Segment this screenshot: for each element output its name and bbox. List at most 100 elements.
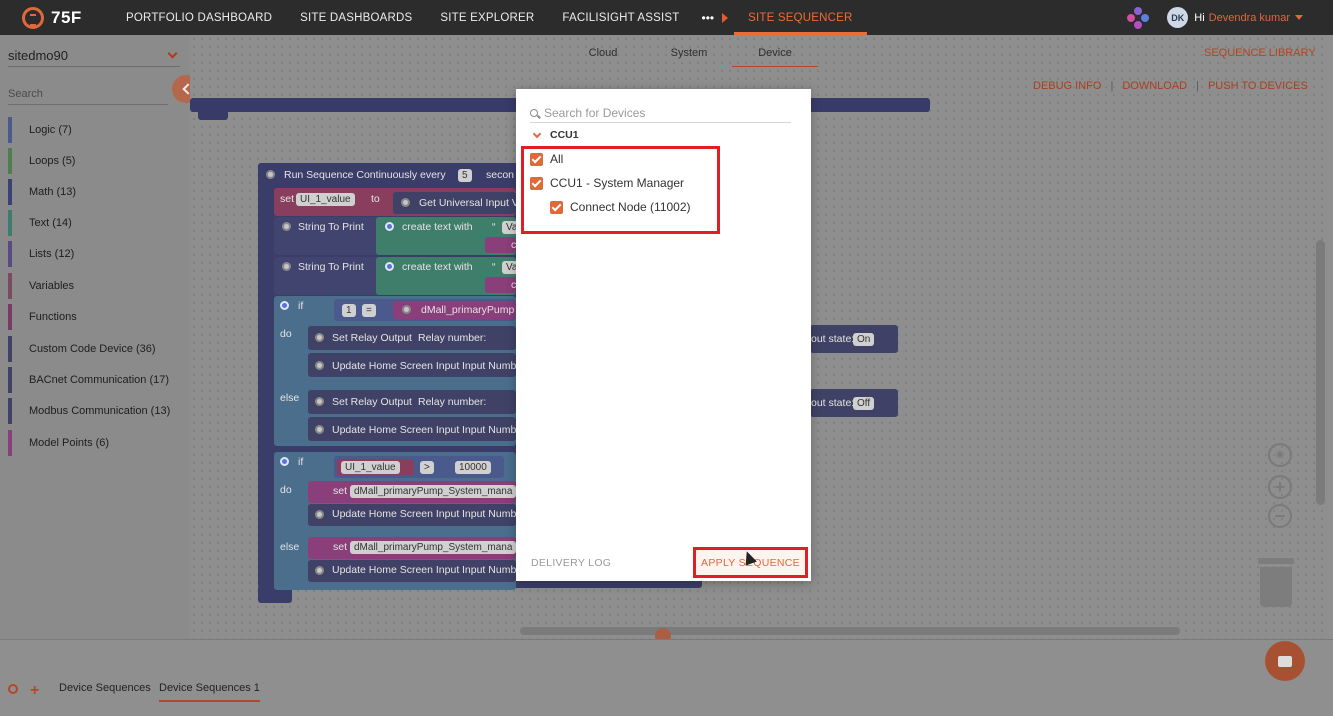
user-greeting: Hi (1194, 11, 1205, 24)
quote-icon: “ (492, 221, 496, 233)
get-input-label: Get Universal Input V (419, 197, 519, 209)
user-menu-caret-icon[interactable] (1295, 15, 1303, 20)
gear-icon[interactable] (315, 425, 324, 434)
delivery-log-link[interactable]: DELIVERY LOG (531, 557, 611, 569)
recenter-icon[interactable]: ◉ (1268, 443, 1292, 467)
category-custom-code-device[interactable]: Custom Code Device (36) (8, 336, 156, 362)
category-modbus-communication[interactable]: Modbus Communication (13) (8, 398, 170, 424)
update-home-label: Update Home Screen Input (332, 424, 460, 436)
category-color-bar (8, 241, 12, 267)
category-loops[interactable]: Loops (5) (8, 148, 75, 174)
avatar[interactable]: DK (1167, 7, 1189, 28)
tab-device-sequences-1[interactable]: Device Sequences 1 (159, 682, 260, 702)
apps-icon[interactable] (1127, 6, 1150, 29)
category-color-bar (8, 117, 12, 143)
debug-info-link[interactable]: DEBUG INFO (1033, 80, 1101, 92)
to-label: to (371, 193, 380, 205)
brand-logo[interactable]: 75F (22, 6, 112, 29)
category-label: Custom Code Device (36) (29, 343, 156, 355)
relay-number-label: Relay number: (418, 396, 487, 408)
model-point-dropdown[interactable]: dMall_primaryPump_System_mana (350, 485, 516, 498)
separator: | (1110, 80, 1114, 92)
zoom-in-icon[interactable]: + (1268, 475, 1292, 499)
if-label: if (298, 300, 304, 312)
workspace-actions: DEBUG INFO | DOWNLOAD | PUSH TO DEVICES (1033, 80, 1308, 92)
operator-dropdown[interactable]: = (362, 304, 376, 317)
category-model-points[interactable]: Model Points (6) (8, 430, 109, 456)
set-label: set (333, 485, 348, 497)
trash-icon[interactable] (1258, 558, 1294, 608)
chat-button[interactable] (1265, 641, 1305, 681)
update-home-label: Update Home Screen Input (332, 564, 460, 576)
do-label: do (280, 484, 292, 496)
tab-device[interactable]: Device (732, 35, 818, 67)
gear-icon[interactable] (315, 566, 324, 575)
block-search-input[interactable]: Search (8, 83, 168, 105)
nav-site-dashboards[interactable]: SITE DASHBOARDS (286, 0, 426, 35)
ccu-group-label: CCU1 (550, 129, 579, 141)
nav-portfolio-dashboard[interactable]: PORTFOLIO DASHBOARD (112, 0, 286, 35)
category-color-bar (8, 430, 12, 456)
every-value-field[interactable]: 5 (458, 169, 472, 182)
update-home-label: Update Home Screen Input (332, 508, 460, 520)
add-sequence-icon[interactable]: + (30, 682, 39, 700)
gear-icon[interactable] (282, 262, 291, 271)
zoom-out-icon[interactable]: − (1268, 504, 1292, 528)
state-dropdown[interactable]: Off (853, 397, 875, 410)
variable-dropdown[interactable]: UI_1_value (296, 193, 355, 206)
search-icon[interactable] (8, 684, 18, 694)
push-to-devices-link[interactable]: PUSH TO DEVICES (1208, 80, 1308, 92)
model-point-dropdown[interactable]: dMall_primaryPump_System_mana (350, 541, 516, 554)
threshold-value-field[interactable]: 10000 (455, 461, 491, 474)
nav-site-sequencer[interactable]: SITE SEQUENCER (734, 0, 867, 35)
category-functions[interactable]: Functions (8, 304, 77, 330)
compare-value-field[interactable]: 1 (342, 304, 356, 317)
download-link[interactable]: DOWNLOAD (1122, 80, 1187, 92)
mutator-icon[interactable] (385, 222, 394, 231)
category-logic[interactable]: Logic (7) (8, 117, 72, 143)
category-color-bar (8, 179, 12, 205)
user-name-menu[interactable]: Devendra kumar (1209, 12, 1290, 24)
category-color-bar (8, 367, 12, 393)
operator-dropdown[interactable]: > (420, 461, 434, 474)
nav-facilisight-assist[interactable]: FACILISIGHT ASSIST (548, 0, 693, 35)
tab-device-sequences[interactable]: Device Sequences (59, 682, 151, 700)
state-dropdown[interactable]: On (853, 333, 875, 346)
chevron-down-icon (167, 48, 178, 59)
gear-icon[interactable] (315, 510, 324, 519)
gear-icon[interactable] (315, 361, 324, 370)
category-color-bar (8, 210, 12, 236)
string-to-print-label: String To Print (298, 221, 364, 233)
nav-site-explorer[interactable]: SITE EXPLORER (426, 0, 548, 35)
ccu-group-header[interactable]: CCU1 (532, 129, 579, 141)
horizontal-scrollbar[interactable] (520, 627, 1180, 635)
gear-icon[interactable] (401, 198, 410, 207)
gear-icon[interactable] (402, 305, 411, 314)
tab-system[interactable]: System (646, 35, 732, 67)
set-relay-label: Set Relay Output (332, 396, 412, 408)
category-math[interactable]: Math (13) (8, 179, 76, 205)
category-text[interactable]: Text (14) (8, 210, 72, 236)
logo-text: 75F (51, 7, 82, 27)
site-select[interactable]: sitedmo90 (8, 45, 180, 67)
category-lists[interactable]: Lists (12) (8, 241, 74, 267)
sequence-library-link[interactable]: SEQUENCE LIBRARY (1204, 47, 1316, 59)
gear-icon[interactable] (315, 333, 324, 342)
nav-more-button[interactable]: ••• (694, 11, 719, 25)
mutator-icon[interactable] (385, 262, 394, 271)
tab-cloud[interactable]: Cloud (560, 35, 646, 67)
category-variables[interactable]: Variables (8, 273, 74, 299)
nav-scroll-arrow-icon[interactable] (722, 12, 729, 23)
category-label: BACnet Communication (17) (29, 374, 170, 386)
gear-icon[interactable] (266, 170, 275, 179)
mutator-icon[interactable] (280, 457, 289, 466)
gear-icon[interactable] (282, 222, 291, 231)
category-label: Modbus Communication (13) (29, 405, 171, 417)
category-bacnet-communication[interactable]: BACnet Communication (17) (8, 367, 169, 393)
category-color-bar (8, 148, 12, 174)
gear-icon[interactable] (315, 397, 324, 406)
mutator-icon[interactable] (280, 301, 289, 310)
vertical-scrollbar[interactable] (1316, 240, 1325, 505)
device-search-input[interactable]: Search for Devices (530, 103, 791, 123)
variable-dropdown[interactable]: UI_1_value (341, 461, 400, 474)
